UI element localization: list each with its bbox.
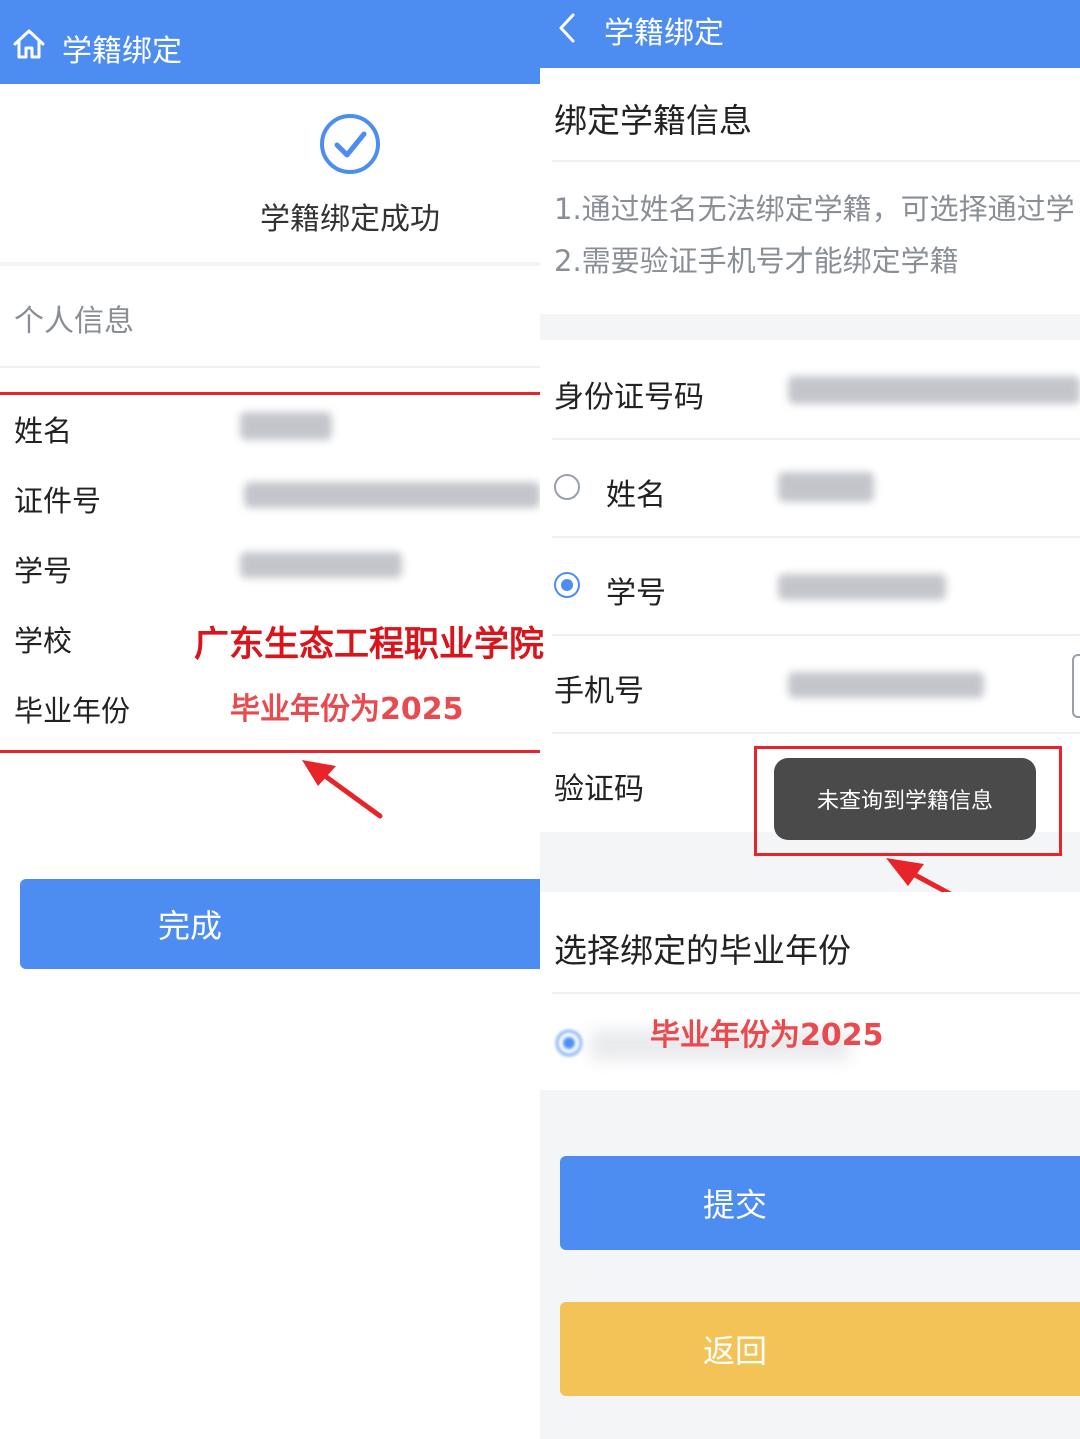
- grad-year-annotation: 毕业年份为2025: [650, 1018, 884, 1053]
- back-chevron-icon[interactable]: [556, 12, 578, 44]
- divider: [0, 262, 540, 266]
- grad-year-annotation: 毕业年份为2025: [230, 692, 464, 727]
- home-icon[interactable]: [12, 28, 46, 60]
- annotation-arrow: [302, 760, 383, 819]
- divider: [552, 992, 1080, 994]
- info-card: 绑定学籍信息 1.通过姓名无法绑定学籍，可选择通过学 2.需要验证手机号才能绑定…: [540, 68, 1080, 314]
- blurred-value: [244, 482, 540, 508]
- success-message: 学籍绑定成功: [260, 202, 440, 237]
- field-label-id-number: 身份证号码: [554, 380, 704, 415]
- name-input[interactable]: [778, 472, 874, 502]
- section-title: 绑定学籍信息: [554, 101, 752, 140]
- field-label-student-no: 学号: [606, 576, 666, 611]
- submit-button[interactable]: 提交: [560, 1156, 1080, 1250]
- divider: [0, 366, 540, 368]
- radio-grad-year[interactable]: [556, 1030, 582, 1056]
- page-title: 学籍绑定: [604, 16, 724, 51]
- divider: [552, 438, 1080, 440]
- check-circle-icon: [320, 114, 380, 174]
- field-label-name: 姓名: [14, 414, 73, 448]
- toast-message: 未查询到学籍信息: [774, 758, 1036, 840]
- annotation-line-bottom: [0, 750, 540, 753]
- blurred-value: [240, 552, 402, 578]
- send-code-button[interactable]: [1072, 654, 1080, 718]
- divider: [552, 634, 1080, 636]
- year-card: 选择绑定的毕业年份 毕业年份为2025: [540, 892, 1080, 1090]
- field-label-code: 验证码: [554, 772, 644, 807]
- radio-name[interactable]: [554, 474, 580, 500]
- divider: [552, 732, 1080, 734]
- section-title: 个人信息: [14, 304, 134, 339]
- blurred-value: [240, 412, 332, 440]
- submit-button-label: 提交: [702, 1186, 767, 1224]
- note-1: 1.通过姓名无法绑定学籍，可选择通过学: [554, 192, 1075, 226]
- phone-input[interactable]: [788, 672, 984, 698]
- year-section-title: 选择绑定的毕业年份: [554, 931, 851, 970]
- field-label-student-no: 学号: [14, 554, 73, 588]
- right-screen: 学籍绑定 绑定学籍信息 1.通过姓名无法绑定学籍，可选择通过学 2.需要验证手机…: [540, 0, 1080, 1439]
- divider: [552, 536, 1080, 538]
- field-label-school: 学校: [14, 624, 73, 658]
- field-label-name: 姓名: [606, 478, 666, 513]
- done-button[interactable]: 完成: [20, 879, 540, 969]
- top-bar: 学籍绑定: [0, 0, 540, 84]
- back-button[interactable]: 返回: [560, 1302, 1080, 1396]
- annotation-line-top: [0, 392, 540, 395]
- field-label-id: 证件号: [14, 484, 102, 518]
- school-annotation: 广东生态工程职业学院: [194, 624, 545, 665]
- radio-student-no[interactable]: [554, 572, 580, 598]
- student-no-input[interactable]: [778, 574, 946, 600]
- back-button-label: 返回: [702, 1332, 767, 1370]
- divider: [552, 160, 1080, 162]
- field-label-phone: 手机号: [554, 674, 644, 709]
- page-title: 学籍绑定: [62, 34, 182, 69]
- id-number-input[interactable]: [788, 376, 1080, 404]
- field-label-grad-year: 毕业年份: [14, 694, 131, 728]
- left-screen: 学籍绑定 学籍绑定成功 个人信息 姓名 证件号 学号 学校 毕业年份 毕业年份为…: [0, 0, 540, 1439]
- top-bar: 学籍绑定: [540, 0, 1080, 68]
- note-2: 2.需要验证手机号才能绑定学籍: [554, 244, 959, 278]
- done-button-label: 完成: [157, 907, 222, 945]
